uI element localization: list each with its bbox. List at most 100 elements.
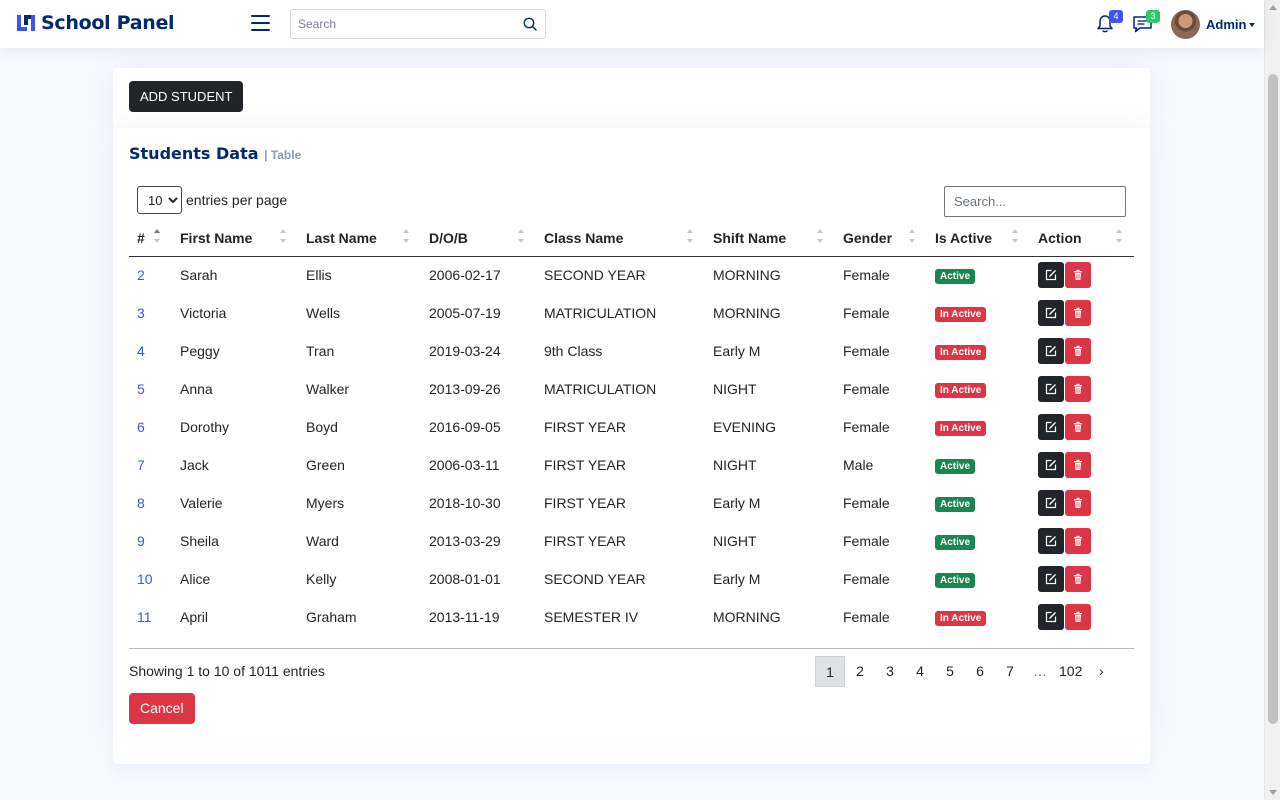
status-badge: Active — [935, 573, 976, 588]
delete-button[interactable] — [1065, 528, 1091, 554]
page-button[interactable]: 2 — [845, 656, 875, 687]
sort-icon[interactable] — [1012, 229, 1020, 247]
student-id-cell[interactable]: 8 — [129, 484, 172, 522]
student-id-link[interactable]: 4 — [137, 343, 145, 359]
edit-icon — [1045, 459, 1057, 471]
status-badge: Active — [935, 269, 976, 285]
student-id-link[interactable]: 8 — [137, 495, 145, 511]
hamburger-icon[interactable] — [251, 15, 270, 31]
sort-icon[interactable] — [687, 229, 695, 247]
delete-button[interactable] — [1065, 452, 1091, 478]
student-id-cell[interactable]: 2 — [129, 256, 172, 294]
notifications-button[interactable]: 4 — [1095, 10, 1123, 36]
cell-class: FIRST YEAR — [544, 533, 626, 549]
per-page-select[interactable]: 10 — [137, 186, 182, 214]
sort-icon[interactable] — [817, 229, 825, 247]
column-header[interactable]: Action — [1030, 220, 1134, 257]
student-id-cell[interactable]: 11 — [129, 598, 172, 636]
scroll-down-arrow[interactable] — [1269, 790, 1277, 795]
trash-icon — [1074, 383, 1082, 394]
student-id-link[interactable]: 11 — [137, 609, 152, 625]
card-footer-strip — [113, 740, 1150, 764]
student-id-link[interactable]: 6 — [137, 419, 145, 435]
table-row: 4 Peggy Tran 2019-03-24 9th Class Early M Fema… — [129, 332, 1134, 370]
student-id-link[interactable]: 3 — [137, 305, 145, 321]
edit-button[interactable] — [1038, 338, 1064, 364]
delete-button[interactable] — [1065, 414, 1091, 440]
page-scrollbar[interactable] — [1264, 0, 1280, 800]
status-badge: Active — [935, 459, 976, 474]
column-header[interactable]: Class Name — [536, 220, 705, 257]
column-header[interactable]: Last Name — [298, 220, 421, 257]
student-id-cell[interactable]: 6 — [129, 408, 172, 446]
edit-button[interactable] — [1038, 566, 1064, 592]
edit-button[interactable] — [1038, 376, 1064, 402]
edit-button[interactable] — [1038, 604, 1064, 630]
delete-button[interactable] — [1065, 262, 1091, 289]
edit-button[interactable] — [1038, 300, 1064, 326]
delete-button[interactable] — [1065, 338, 1091, 364]
page-button[interactable]: 102 — [1055, 656, 1086, 687]
page-button[interactable]: 4 — [905, 656, 935, 687]
column-header-label: Shift Name — [713, 229, 787, 246]
sort-icon[interactable] — [280, 229, 288, 247]
header-search-input[interactable] — [291, 10, 515, 38]
sort-icon[interactable] — [909, 229, 917, 247]
cell-class: FIRST YEAR — [544, 457, 626, 473]
student-id-cell[interactable]: 5 — [129, 370, 172, 408]
column-header[interactable]: Shift Name — [705, 220, 835, 257]
sort-icon[interactable] — [403, 229, 411, 247]
cell-last: Ward — [306, 533, 339, 549]
column-header[interactable]: First Name — [172, 220, 298, 257]
column-header[interactable]: Is Active — [927, 220, 1030, 257]
scroll-thumb[interactable] — [1268, 74, 1278, 724]
cell-status: In Active — [927, 370, 1030, 408]
edit-button[interactable] — [1038, 490, 1064, 516]
cell-class: MATRICULATION — [544, 381, 657, 397]
student-id-cell[interactable]: 3 — [129, 294, 172, 332]
messages-button[interactable]: 3 — [1132, 10, 1160, 36]
cell-first: Valerie — [180, 495, 223, 511]
edit-button[interactable] — [1038, 452, 1064, 478]
delete-button[interactable] — [1065, 566, 1091, 592]
delete-button[interactable] — [1065, 490, 1091, 516]
edit-button[interactable] — [1038, 528, 1064, 554]
student-id-cell[interactable]: 4 — [129, 332, 172, 370]
cell-class: FIRST YEAR — [544, 495, 626, 511]
add-student-button[interactable]: ADD STUDENT — [129, 81, 244, 112]
sort-icon[interactable] — [1116, 229, 1124, 247]
cell-gender: Female — [843, 609, 890, 625]
page-button[interactable]: 1 — [815, 656, 845, 687]
sort-icon[interactable] — [154, 229, 162, 247]
delete-button[interactable] — [1065, 376, 1091, 402]
column-header[interactable]: # — [129, 220, 172, 257]
profile-dropdown[interactable]: Admin — [1171, 10, 1256, 39]
scroll-up-arrow[interactable] — [1269, 5, 1277, 10]
student-id-cell[interactable]: 10 — [129, 560, 172, 598]
student-id-cell[interactable]: 7 — [129, 446, 172, 484]
student-id-link[interactable]: 10 — [137, 571, 153, 587]
cell-actions — [1030, 446, 1134, 484]
cancel-button[interactable]: Cancel — [129, 693, 195, 724]
student-id-link[interactable]: 5 — [137, 381, 145, 397]
page-button[interactable]: 5 — [935, 656, 965, 687]
delete-button[interactable] — [1065, 300, 1091, 326]
next-page-button[interactable]: › — [1086, 656, 1116, 687]
sort-icon[interactable] — [518, 229, 526, 247]
logo[interactable]: School Panel — [16, 12, 175, 34]
student-id-link[interactable]: 2 — [137, 267, 145, 283]
search-icon[interactable] — [515, 10, 545, 38]
column-header[interactable]: D/O/B — [421, 220, 536, 257]
page-button[interactable]: 7 — [995, 656, 1025, 687]
edit-button[interactable] — [1038, 414, 1064, 440]
page-button[interactable]: 6 — [965, 656, 995, 687]
pagination-ellipsis: … — [1033, 663, 1047, 679]
page-button[interactable]: 3 — [875, 656, 905, 687]
table-search-input[interactable] — [944, 186, 1126, 217]
student-id-link[interactable]: 9 — [137, 533, 145, 549]
column-header[interactable]: Gender — [835, 220, 927, 257]
student-id-link[interactable]: 7 — [137, 457, 145, 473]
student-id-cell[interactable]: 9 — [129, 522, 172, 560]
delete-button[interactable] — [1065, 604, 1091, 630]
edit-button[interactable] — [1038, 262, 1064, 289]
